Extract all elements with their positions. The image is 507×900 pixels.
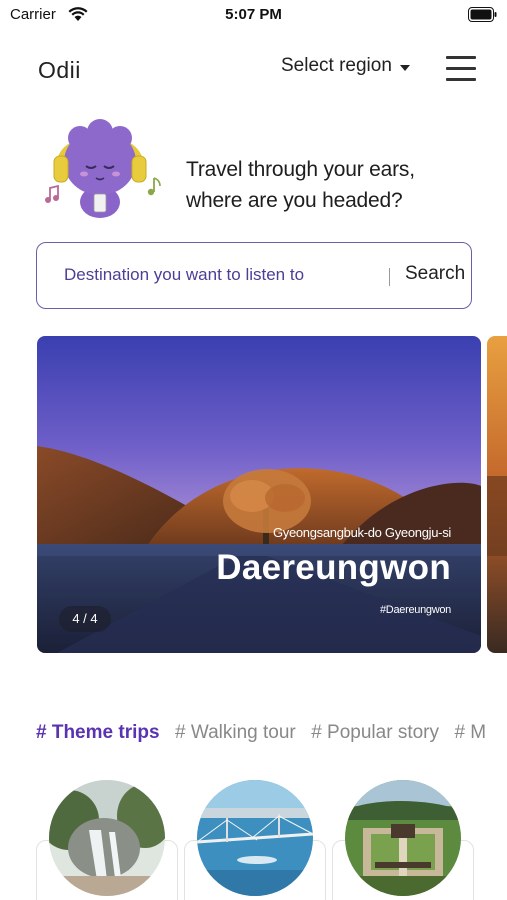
theme-trip-thumbnail-palace[interactable] (345, 780, 461, 896)
search-divider (389, 268, 390, 286)
search-box: Search (36, 242, 472, 309)
featured-title: Daereungwon (216, 548, 451, 587)
status-time: 5:07 PM (225, 6, 282, 23)
tab-walking-tour[interactable]: # Walking tour (175, 722, 296, 744)
theme-trip-list (36, 780, 507, 900)
featured-region: Gyeongsangbuk-do Gyeongju-si (272, 525, 451, 540)
hero-heading: Travel through your ears, where are you … (186, 154, 486, 216)
headphone-mascot-illustration (45, 119, 161, 218)
featured-carousel[interactable]: Gyeongsangbuk-do Gyeongju-si Daereungwon… (0, 336, 507, 654)
tab-theme-trips[interactable]: # Theme trips (36, 722, 160, 744)
region-select[interactable]: Select region (281, 55, 410, 77)
carousel-counter: 4 / 4 (59, 606, 111, 632)
search-button[interactable]: Search (405, 263, 465, 285)
hero-line-1: Travel through your ears, (186, 158, 415, 181)
theme-trip-thumbnail-bridge[interactable] (197, 780, 313, 896)
caret-down-icon (399, 64, 410, 71)
tab-popular-story[interactable]: # Popular story (311, 722, 439, 744)
hamburger-menu-icon[interactable] (446, 56, 476, 81)
theme-tabs: # Theme trips # Walking tour # Popular s… (36, 722, 507, 752)
battery-icon (468, 7, 497, 22)
search-input[interactable] (64, 265, 354, 285)
featured-tag: #Daereungwon (379, 604, 451, 616)
next-card-image (487, 336, 507, 653)
status-bar: Carrier 5:07 PM (0, 0, 507, 32)
app-header: Odii Select region (0, 44, 507, 94)
tab-more[interactable]: # M (454, 722, 486, 744)
region-select-label: Select region (281, 55, 392, 76)
app-logo[interactable]: Odii (38, 57, 81, 84)
theme-trip-thumbnail-waterfall[interactable] (49, 780, 165, 896)
featured-card[interactable]: Gyeongsangbuk-do Gyeongju-si Daereungwon… (37, 336, 481, 653)
next-card-peek[interactable] (487, 336, 507, 653)
hero-section: Travel through your ears, where are you … (0, 112, 507, 232)
hero-line-2: where are you headed? (186, 189, 403, 212)
